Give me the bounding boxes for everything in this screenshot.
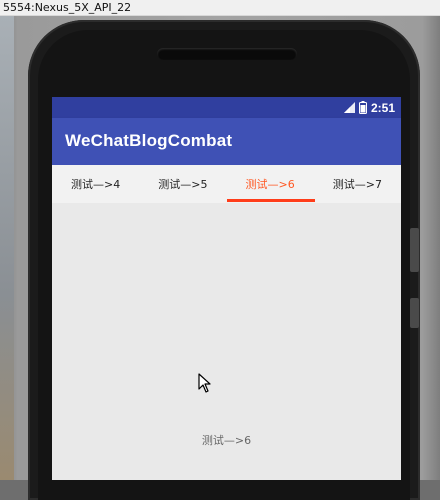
window-title: 5554:Nexus_5X_API_22 — [3, 1, 132, 14]
content-text: 测试—>6 — [201, 434, 252, 447]
tab-bar: 测试—>4 测试—>5 测试—>6 测试—>7 — [52, 165, 401, 203]
tab-test-5[interactable]: 测试—>5 — [139, 165, 226, 203]
tab-test-7[interactable]: 测试—>7 — [314, 165, 401, 203]
status-time: 2:51 — [370, 100, 395, 115]
window-title-bar: 5554:Nexus_5X_API_22 — [0, 0, 440, 16]
battery-icon — [358, 101, 367, 114]
desktop-background-strip — [0, 16, 14, 480]
volume-button[interactable] — [410, 228, 419, 272]
status-bar: 2:51 — [52, 97, 401, 118]
tab-label: 测试—>6 — [245, 178, 295, 191]
tab-label: 测试—>5 — [158, 178, 208, 191]
device-screen: 2:51 WeChatBlogCombat 测试—>4 测试—>5 测试—>6 … — [52, 97, 401, 480]
speaker-grille — [157, 48, 297, 60]
tab-label: 测试—>4 — [71, 178, 121, 191]
power-button[interactable] — [410, 298, 419, 328]
app-title: WeChatBlogCombat — [65, 131, 233, 150]
signal-icon — [343, 102, 355, 113]
tab-test-6[interactable]: 测试—>6 — [227, 165, 314, 203]
emulator-window: 5554:Nexus_5X_API_22 2:51 WeChatBlogComb… — [0, 0, 440, 500]
app-toolbar: WeChatBlogCombat — [52, 118, 401, 165]
status-icons: 2:51 — [343, 100, 395, 115]
tab-indicator — [227, 199, 315, 202]
tab-test-4[interactable]: 测试—>4 — [52, 165, 139, 203]
tab-label: 测试—>7 — [332, 178, 382, 191]
tab-content: 测试—>6 — [52, 203, 401, 480]
mouse-cursor-icon — [198, 373, 211, 393]
